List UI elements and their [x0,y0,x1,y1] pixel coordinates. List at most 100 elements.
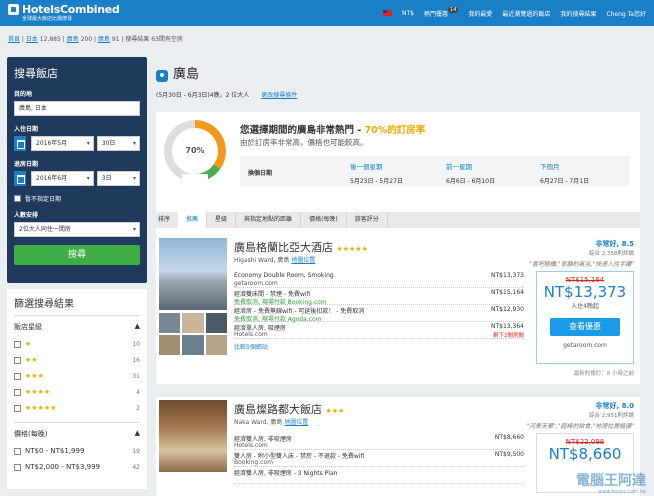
thumbnail[interactable] [205,335,227,355]
page-title: 廣島 [173,67,200,82]
popular-deals-link[interactable]: 熱門優惠14 [424,6,459,18]
offer-row[interactable]: 經濟雙床間 - 禁煙 - 免費wifi 免費取消, 現場付款 Booking.co… [234,288,524,306]
star-rating: ★★★★★ [25,404,57,412]
compare-sites-link[interactable]: 比較5個網站 [234,342,268,351]
hotel-name-text[interactable]: 廣島格蘭比亞大酒店 [234,241,333,254]
user-menu[interactable]: Cheng Ta您好 [606,9,646,18]
breadcrumb: 首頁 | 日本 12,885 | 廣島 200 | 廣島 91 | 搜尋結果 6… [8,36,183,43]
hotel-stars: ★★★ [325,407,345,415]
tab-price[interactable]: 價格(每晚) [301,212,347,228]
star-checkbox[interactable] [14,404,21,412]
collapse-icon[interactable]: ▲ [135,429,140,439]
checkout-day-select[interactable]: 3日 [96,171,140,186]
thumbnail[interactable] [159,335,181,355]
city-header: 廣島 [156,63,640,82]
star-checkbox[interactable] [14,356,21,364]
price-filter-header[interactable]: 價格(每晚) ▲ [14,422,140,439]
alt-date-option[interactable]: 前一星期 6月6日 - 6月10日 [446,161,495,185]
search-button[interactable]: 搜尋 [14,245,140,265]
price-range: NT$2,000 - NT$3,999 [25,463,100,471]
recent-hotels-link[interactable]: 最近瀏覽過的飯店 [502,9,550,18]
breadcrumb-home[interactable]: 首頁 [8,36,20,43]
review-quote: "喜吧賠攤,"寧靜的氣氛,"快速入住手續" [529,261,634,268]
star-count: 10 [132,340,140,348]
favorites-link[interactable]: 我的最愛 [468,9,492,18]
rating-score: 非常好, 8.0 [595,402,635,410]
price-range: NT$0 - NT$1,999 [25,447,85,455]
breadcrumb-prefecture[interactable]: 廣島 [67,36,79,43]
watermark-url: www.kocpc.com.tw [598,489,646,495]
hotel-photo[interactable] [159,238,227,310]
review-count[interactable]: 綜合 2,951則評論 [526,411,634,419]
stay-summary: (5月30日 - 6月3日)4晚，2 位大人 更改搜尋條件 [156,90,640,99]
offer-row[interactable]: 雙人房 - 附小型雙人床 - 禁菸 - 不退款 - 免費wifi Booking.… [234,450,524,467]
star-checkbox[interactable] [14,340,21,348]
checkin-month-select[interactable]: 2016年5月 [31,136,94,151]
tab-recommended[interactable]: 推薦 [178,212,208,228]
offer-row[interactable]: 經濟雙人房, 非吸煙房 Hotels.com NT$8,660 [234,433,524,450]
star-filter-row[interactable]: ★★★ 31 [14,368,140,384]
my-searches-link[interactable]: 我的搜尋結果 [560,9,596,18]
no-date-option[interactable]: 暫不指定日期 [14,194,140,203]
thumbnail[interactable] [159,313,181,333]
review-quote: "河景天華","超棒的飲食,"地理位置極優" [526,423,634,430]
hotel-name[interactable]: 廣島格蘭比亞大酒店 ★★★★★ [234,239,368,255]
checkin-calendar-icon[interactable] [14,136,26,151]
view-deal-button[interactable]: 查看優惠 [550,318,620,336]
destination-input[interactable]: 廣島, 日本 [14,101,140,116]
offer-row[interactable]: 經濟雙人房, 非吸煙房 - 3 Nights Plan [234,467,524,484]
price-filter-row[interactable]: NT$0 - NT$1,999 19 [14,443,140,459]
star-filter-row[interactable]: ★ 10 [14,336,140,352]
star-filter-header[interactable]: 飯店星級 ▲ [14,322,140,332]
taiwan-flag-icon[interactable] [383,10,393,16]
map-link[interactable]: 地圖位置 [284,419,308,426]
star-count: 2 [136,404,140,412]
offer-price: NT$8,660 [494,434,524,441]
currency-selector[interactable]: NT$ [402,10,414,17]
hotel-name-text[interactable]: 廣島燦路都大飯店 [234,403,322,416]
last-checked: 最新的搜訂：8 小時之前 [573,371,634,377]
breadcrumb-japan[interactable]: 日本 [26,36,38,43]
alt-date-title: 後一個星期 [350,163,383,171]
no-date-checkbox[interactable] [14,195,21,202]
breadcrumb-city[interactable]: 廣島 [98,36,110,43]
price-checkbox[interactable] [14,447,21,455]
offer-row[interactable]: Economy Double Room, Smoking getaroom.com… [234,271,524,288]
guests-select[interactable]: 2位大人同住一間房 [14,222,140,237]
tab-distance[interactable]: 與指定地點的距離 [236,212,302,228]
checkout-month-select[interactable]: 2016年6月 [31,171,94,186]
star-filter-row[interactable]: ★★★★★ 2 [14,400,140,416]
price-checkbox[interactable] [14,463,21,471]
star-checkbox[interactable] [14,372,21,380]
star-checkbox[interactable] [14,388,21,396]
popularity-subtitle: 由於訂房率非常高，價格也可能較高。 [240,138,368,147]
address-text: Higashi Ward, 廣島 [234,257,290,264]
hotel-name[interactable]: 廣島燦路都大飯店 ★★★ [234,401,344,417]
alt-date-title: 前一星期 [446,163,472,171]
hotel-card: 廣島格蘭比亞大酒店 ★★★★★ Higashi Ward, 廣島 地圖位置 非常… [156,235,640,384]
hotel-photo[interactable] [159,400,227,472]
checkout-calendar-icon[interactable] [14,171,26,186]
offer-row[interactable]: 經濟房 - 免費無線wifi - 可延後扣款！ - 免費取消 免費取消, 現場付款… [234,305,524,323]
change-search-link[interactable]: 更改搜尋條件 [261,92,297,99]
thumbnail[interactable] [205,313,227,333]
collapse-icon[interactable]: ▲ [135,322,140,332]
star-filter-row[interactable]: ★★ 16 [14,352,140,368]
deal-price: NT$13,373 [543,283,627,301]
rooms-left: 剩下2間房間 [493,333,524,339]
search-panel: 搜尋飯店 目的地 廣島, 日本 入住日期 2016年5月 30日 退房日期 20… [7,57,147,283]
star-filter-row[interactable]: ★★★★ 4 [14,384,140,400]
checkin-day-select[interactable]: 30日 [96,136,140,151]
price-filter-row[interactable]: NT$2,000 - NT$3,999 42 [14,459,140,475]
alt-date-option[interactable]: 下個月 6月27日 - 7月1日 [540,161,589,185]
star-rating: ★★★★ [25,388,51,396]
alt-date-option[interactable]: 後一個星期 5月23日 - 5月27日 [350,161,403,185]
tab-stars[interactable]: 星級 [207,212,237,228]
star-count: 4 [136,388,140,396]
review-count[interactable]: 綜合 2,358則評論 [529,249,634,257]
map-link[interactable]: 地圖位置 [291,257,315,264]
offer-row[interactable]: 經濟單人房, 吸煙房 Hotels.com NT$13,364 剩下2間房間 [234,322,524,339]
thumbnail[interactable] [182,313,204,333]
tab-guest-rating[interactable]: 旅客評分 [347,212,388,228]
thumbnail[interactable] [182,335,204,355]
